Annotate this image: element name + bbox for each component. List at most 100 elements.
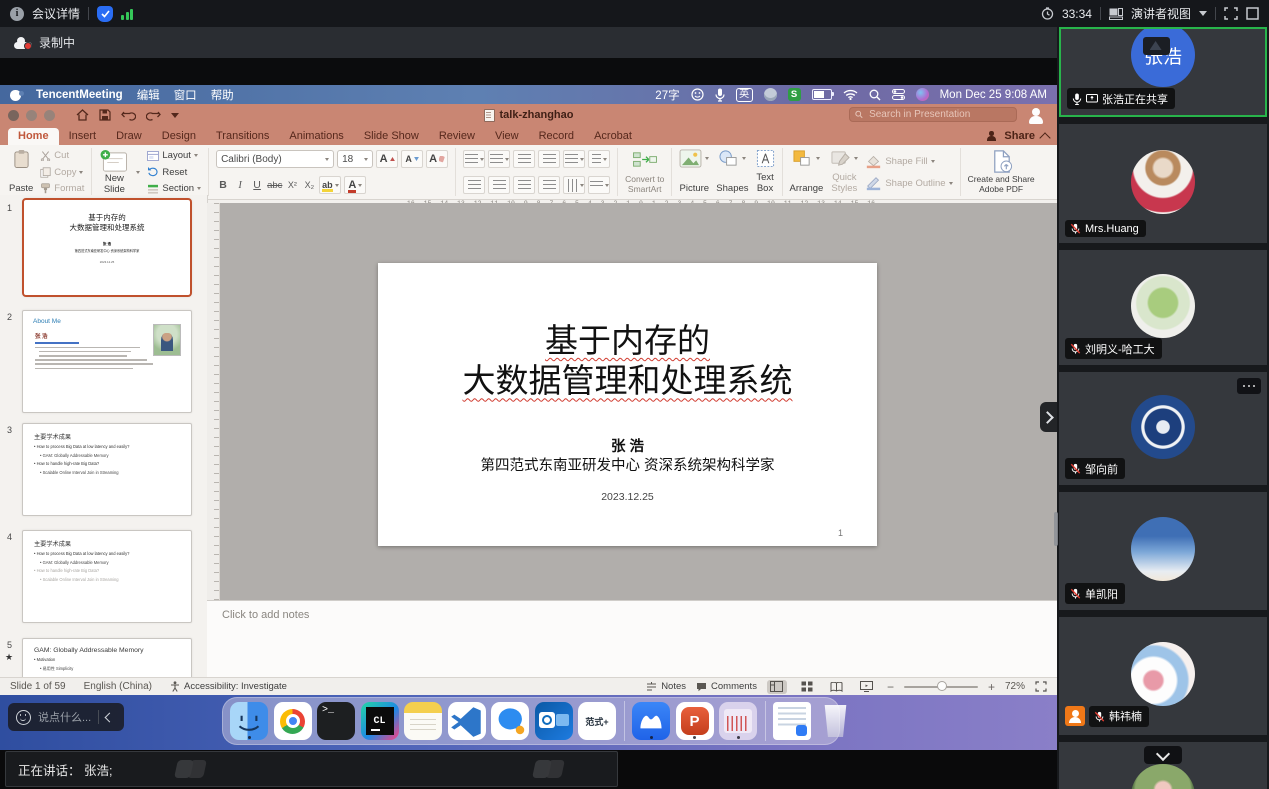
tab-design[interactable]: Design bbox=[152, 128, 206, 145]
dock-vscode-icon[interactable] bbox=[448, 702, 486, 740]
subscript-button[interactable]: X₂ bbox=[302, 177, 316, 193]
bullets-button[interactable] bbox=[463, 150, 485, 168]
tab-slideshow[interactable]: Slide Show bbox=[354, 128, 429, 145]
wifi-icon[interactable] bbox=[843, 89, 858, 100]
tab-transitions[interactable]: Transitions bbox=[206, 128, 279, 145]
apple-menu-icon[interactable] bbox=[10, 88, 22, 101]
slideshow-view-button[interactable] bbox=[857, 680, 877, 694]
copy-button[interactable]: Copy bbox=[40, 167, 84, 178]
menu-help[interactable]: 帮助 bbox=[211, 87, 234, 103]
dock-clion-icon[interactable]: CL bbox=[361, 702, 399, 740]
menu-app-name[interactable]: TencentMeeting bbox=[36, 89, 123, 101]
new-slide-button[interactable]: NewSlide bbox=[99, 149, 129, 195]
font-size-combo[interactable]: 18 bbox=[337, 150, 373, 168]
create-pdf-button[interactable]: Create and ShareAdobe PDF bbox=[968, 149, 1035, 195]
collapse-chat-icon[interactable] bbox=[105, 712, 115, 722]
format-painter-button[interactable]: Format bbox=[40, 183, 84, 194]
numbering-button[interactable] bbox=[488, 150, 510, 168]
language-status[interactable]: English (China) bbox=[84, 681, 152, 692]
layout-button[interactable]: Layout bbox=[147, 150, 201, 161]
decrease-indent-button[interactable] bbox=[513, 150, 535, 168]
line-spacing-button[interactable] bbox=[563, 150, 585, 168]
input-method-badge[interactable]: 英 bbox=[736, 88, 753, 102]
dock-tencent-meeting-icon[interactable] bbox=[632, 702, 670, 740]
slide-title[interactable]: 基于内存的 大数据管理和处理系统 bbox=[378, 321, 877, 402]
control-center-icon[interactable] bbox=[892, 89, 905, 100]
search-input[interactable] bbox=[867, 108, 1011, 121]
slide-thumbnail-5[interactable]: GAM: Globally Addressable Memory • Motiv… bbox=[22, 638, 192, 681]
dock-fanshi-icon[interactable]: 范式+ bbox=[578, 702, 616, 740]
increase-indent-button[interactable] bbox=[538, 150, 560, 168]
dock-finder-icon[interactable] bbox=[230, 702, 268, 740]
notes-pane[interactable]: Click to add notes bbox=[207, 600, 1057, 678]
tab-record[interactable]: Record bbox=[529, 128, 584, 145]
tab-review[interactable]: Review bbox=[429, 128, 485, 145]
sidebar-collapse-handle[interactable] bbox=[1040, 402, 1057, 432]
zoom-out-button[interactable]: − bbox=[887, 680, 894, 694]
increase-font-button[interactable]: A bbox=[376, 150, 398, 168]
align-text-button[interactable] bbox=[588, 176, 610, 194]
tab-view[interactable]: View bbox=[485, 128, 529, 145]
slide-date[interactable]: 2023.12.25 bbox=[378, 491, 877, 503]
undo-icon[interactable] bbox=[121, 109, 136, 121]
chevron-down-icon[interactable] bbox=[1199, 11, 1207, 16]
view-mode-selector[interactable]: 演讲者视图 bbox=[1131, 5, 1191, 22]
slide-sorter-view-button[interactable] bbox=[797, 680, 817, 694]
dock-wechat-icon[interactable] bbox=[491, 702, 529, 740]
reset-button[interactable]: Reset bbox=[147, 167, 201, 178]
more-options-button[interactable] bbox=[1237, 378, 1261, 394]
window-minimize-button[interactable] bbox=[26, 110, 37, 121]
picture-button[interactable]: Picture bbox=[679, 149, 709, 195]
dock-powerpoint-icon[interactable] bbox=[676, 702, 714, 740]
align-left-button[interactable] bbox=[463, 176, 485, 194]
security-shield-icon[interactable] bbox=[97, 6, 113, 22]
participant-tile-liumingyi[interactable]: 刘明义-哈工大 bbox=[1059, 250, 1267, 365]
decrease-font-button[interactable]: A bbox=[401, 150, 423, 168]
justify-button[interactable] bbox=[538, 176, 560, 194]
participant-tile-partial[interactable] bbox=[1059, 742, 1267, 789]
font-name-combo[interactable]: Calibri (Body) bbox=[216, 150, 334, 168]
font-color-button[interactable]: A bbox=[344, 176, 366, 194]
meeting-info-icon[interactable]: i bbox=[10, 7, 24, 21]
redo-icon[interactable] bbox=[146, 109, 161, 121]
window-zoom-button[interactable] bbox=[44, 110, 55, 121]
bold-button[interactable]: B bbox=[216, 177, 230, 193]
collapse-videos-button[interactable] bbox=[1144, 746, 1182, 764]
text-direction-button[interactable] bbox=[563, 176, 585, 194]
sidebar-resize-handle[interactable] bbox=[1054, 512, 1058, 546]
home-quick-icon[interactable] bbox=[76, 109, 89, 121]
reading-view-button[interactable] bbox=[827, 680, 847, 694]
dock-minimized-window[interactable] bbox=[773, 702, 811, 740]
zoom-slider-knob[interactable] bbox=[937, 681, 947, 691]
share-button[interactable]: Share bbox=[986, 130, 1049, 145]
save-icon[interactable] bbox=[99, 109, 111, 121]
toolbar-options-caret[interactable] bbox=[171, 113, 179, 118]
align-right-button[interactable] bbox=[513, 176, 535, 194]
participant-tile-hanyinan[interactable]: 韩祎楠 bbox=[1059, 617, 1267, 735]
participant-tile-zhanghao[interactable]: 张浩 张浩正在共享 bbox=[1059, 27, 1267, 117]
clear-formatting-button[interactable]: A bbox=[426, 150, 448, 168]
slide-thumbnail-3[interactable]: 主要学术成果 • How to process Big Data at low … bbox=[22, 423, 192, 516]
fullscreen-icon[interactable] bbox=[1224, 7, 1238, 20]
convert-smartart-button[interactable]: Convert toSmartArt bbox=[625, 149, 664, 195]
slide-thumbnail-1[interactable]: 基于内存的大数据管理和处理系统 张 浩 第四范式东南亚研发中心 资深系统架构科学… bbox=[22, 198, 192, 297]
slide-editor-canvas[interactable]: 基于内存的 大数据管理和处理系统 张 浩 第四范式东南亚研发中心 资深系统架构科… bbox=[207, 203, 1057, 600]
siri-icon[interactable] bbox=[916, 88, 929, 101]
chat-input-pill[interactable]: 说点什么... bbox=[8, 703, 124, 731]
meeting-details-link[interactable]: 会议详情 bbox=[32, 5, 80, 22]
account-avatar-icon[interactable] bbox=[1027, 106, 1045, 124]
slide-thumbnail-2[interactable]: About Me 张 浩 bbox=[22, 310, 192, 413]
dock-chrome-icon[interactable] bbox=[274, 702, 312, 740]
vertical-ruler[interactable] bbox=[207, 203, 220, 600]
menubar-clock[interactable]: Mon Dec 25 9:08 AM bbox=[940, 89, 1047, 101]
dock-outlook-icon[interactable] bbox=[535, 702, 573, 740]
slide-count-status[interactable]: Slide 1 of 59 bbox=[10, 681, 66, 692]
fit-to-window-button[interactable] bbox=[1035, 681, 1047, 692]
float-window-icon[interactable] bbox=[1246, 7, 1259, 20]
zoom-slider[interactable] bbox=[904, 686, 978, 688]
superscript-button[interactable]: X² bbox=[285, 177, 299, 193]
presentation-search-box[interactable] bbox=[849, 107, 1017, 122]
slide-thumbnail-4[interactable]: 主要学术成果 • How to process Big Data at low … bbox=[22, 530, 192, 623]
menu-edit[interactable]: 编辑 bbox=[137, 87, 160, 103]
cut-button[interactable]: Cut bbox=[40, 150, 84, 161]
